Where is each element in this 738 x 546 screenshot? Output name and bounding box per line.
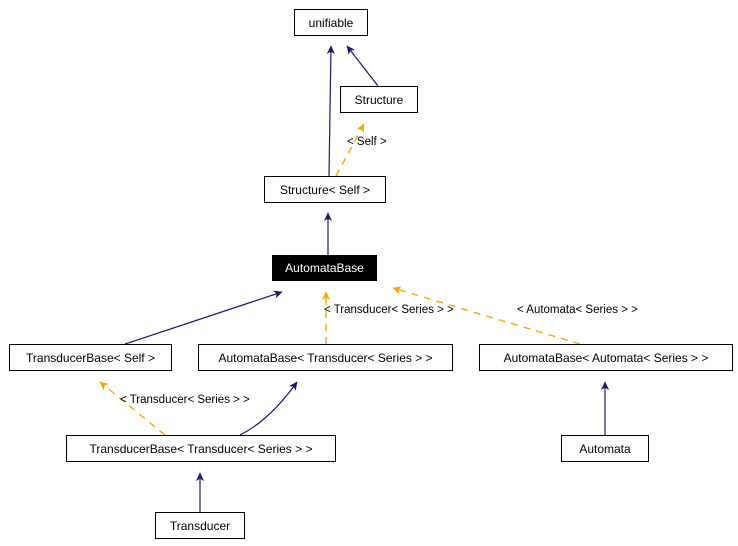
edge-transducerbaseself-to-automatabase: [124, 290, 283, 345]
class-node-label: TransducerBase< Self >: [26, 350, 155, 365]
class-node-transducerbase-self[interactable]: TransducerBase< Self >: [9, 344, 172, 371]
class-node-unifiable[interactable]: unifiable: [294, 9, 368, 36]
class-node-automatabase-automata-series[interactable]: AutomataBase< Automata< Series > >: [479, 344, 733, 371]
edge-label-automata-series-top: < Automata< Series > >: [517, 304, 638, 316]
edge-structure-to-unifiable: [346, 45, 379, 87]
edge-label-transducer-series-left: < Transducer< Series > >: [120, 394, 250, 406]
class-node-automatabase[interactable]: AutomataBase: [272, 255, 377, 281]
edge-structureself-to-unifiable: [326, 45, 335, 177]
class-node-label: AutomataBase< Automata< Series > >: [503, 350, 709, 365]
edge-label-self: < Self >: [347, 136, 387, 148]
class-node-label: Transducer: [169, 518, 231, 533]
class-node-structure-self[interactable]: Structure< Self >: [264, 176, 386, 203]
uml-inheritance-diagram: unifiable Structure Structure< Self > Au…: [0, 0, 738, 546]
class-node-label: TransducerBase< Transducer< Series > >: [89, 441, 313, 456]
edge-transducerbasetransducer-to-transducerbaseself: [99, 381, 166, 436]
class-node-label: AutomataBase: [285, 261, 364, 275]
class-node-automatabase-transducer-series[interactable]: AutomataBase< Transducer< Series > >: [198, 344, 453, 371]
edge-transducerbasetransducer-to-automatabasetransducer: [239, 381, 298, 436]
class-node-label: Structure< Self >: [279, 182, 371, 197]
edge-structureself-to-structure: [335, 123, 365, 177]
class-node-label: Automata: [579, 441, 631, 456]
class-node-transducerbase-transducer-series[interactable]: TransducerBase< Transducer< Series > >: [66, 435, 336, 462]
class-node-label: Structure: [354, 92, 404, 107]
class-node-transducer[interactable]: Transducer: [155, 512, 245, 539]
class-node-structure[interactable]: Structure: [340, 86, 418, 113]
class-node-label: unifiable: [308, 15, 354, 30]
class-node-label: AutomataBase< Transducer< Series > >: [218, 350, 433, 365]
class-node-automata[interactable]: Automata: [561, 435, 649, 462]
edge-label-transducer-series-top: < Transducer< Series > >: [324, 304, 454, 316]
